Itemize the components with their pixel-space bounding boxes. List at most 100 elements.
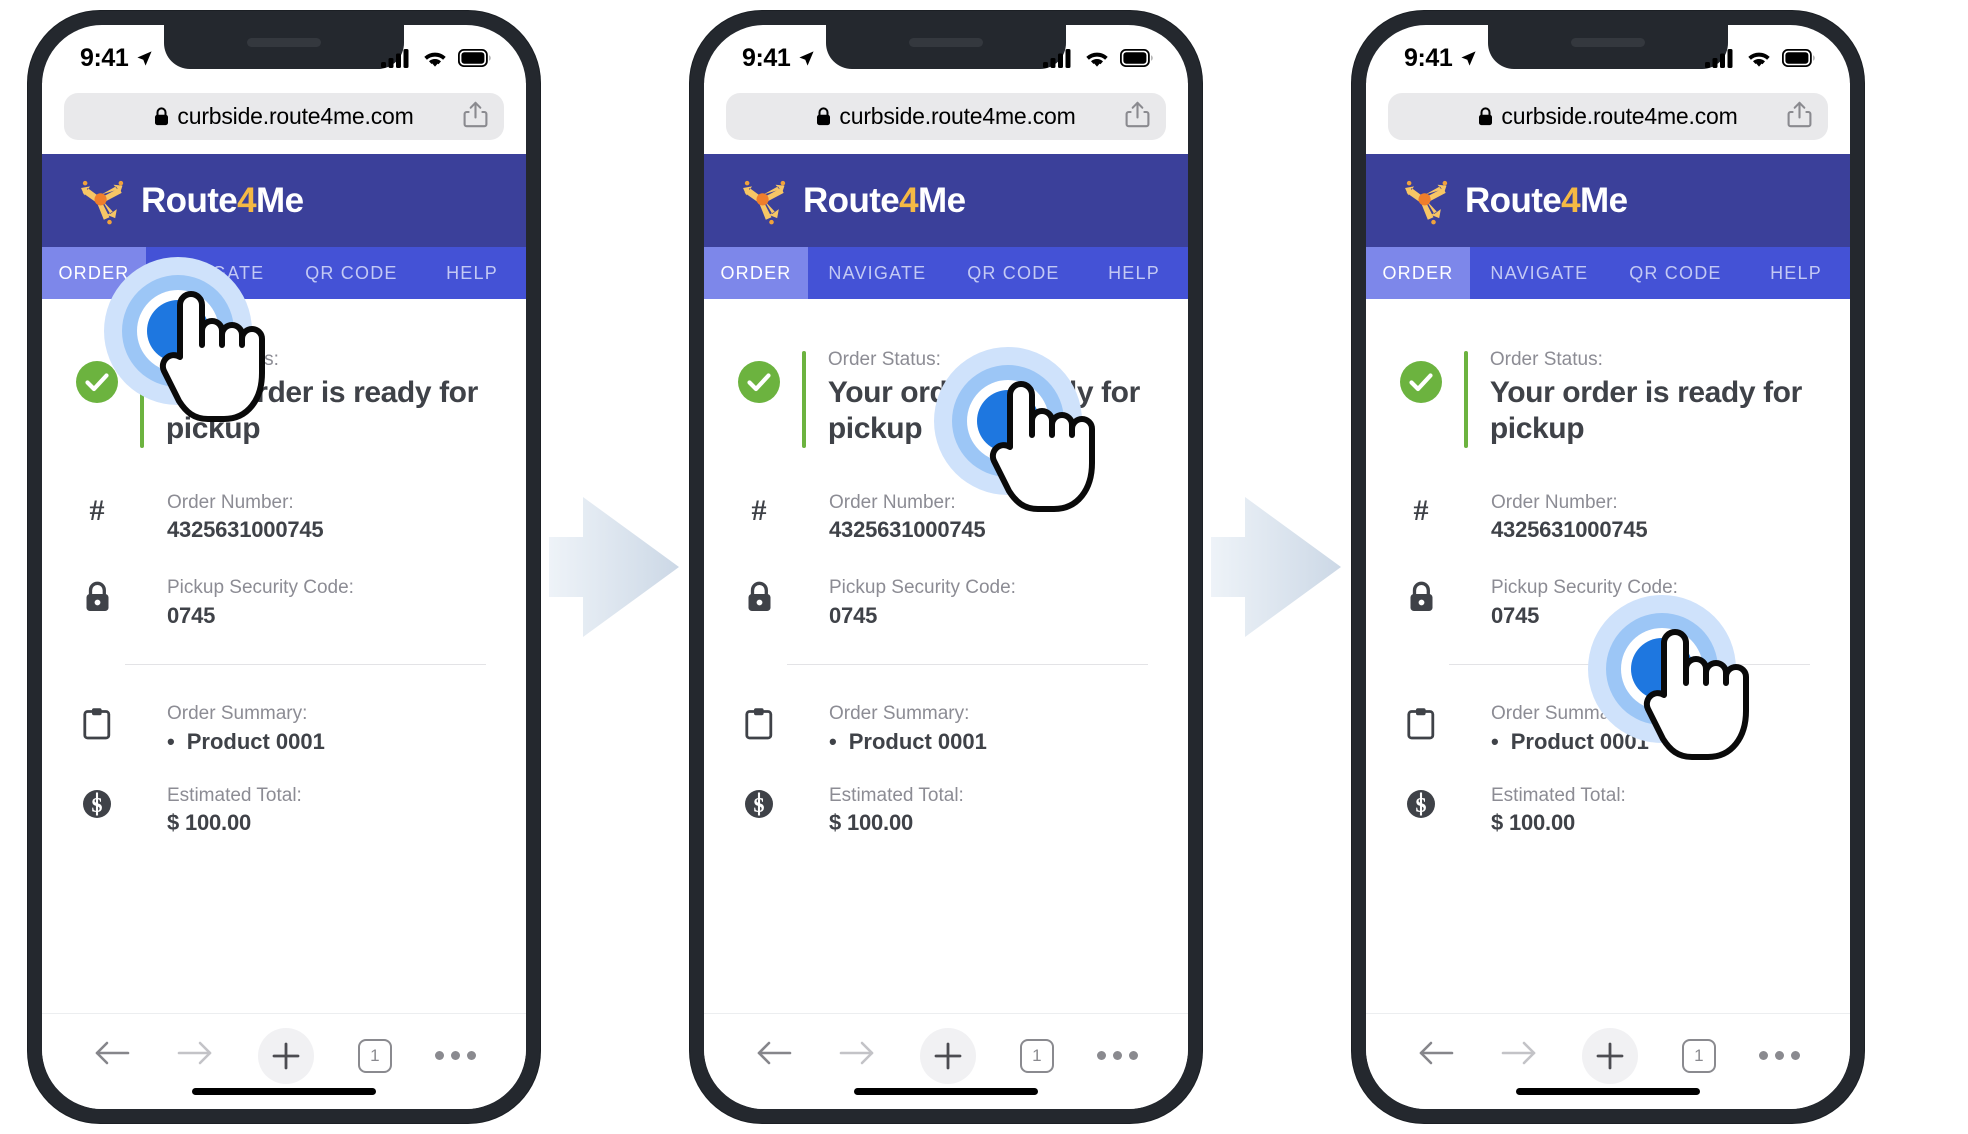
url-hostname: curbside.route4me.com	[177, 103, 414, 129]
url-hostname: curbside.route4me.com	[1501, 103, 1738, 129]
flow-arrow	[540, 493, 690, 641]
url-bar[interactable]: curbside.route4me.com	[1388, 93, 1828, 140]
hash-icon: #	[1400, 490, 1442, 526]
order-number-row: # Order Number: 4325631000745	[42, 490, 526, 545]
tab-order[interactable]: ORDER	[1366, 247, 1470, 299]
order-number-label: Order Number:	[1491, 491, 1618, 513]
pickup-security-code-value: 0745	[829, 602, 878, 628]
url-hostname: curbside.route4me.com	[839, 103, 1076, 129]
order-summary-item: • Product 0001	[167, 728, 486, 757]
order-content: Order Status: Your order is ready for pi…	[42, 299, 526, 1013]
order-number-label: Order Number:	[829, 491, 956, 513]
pickup-security-code-row: Pickup Security Code: 0745	[704, 575, 1188, 630]
order-number-row: # Order Number: 4325631000745	[704, 490, 1188, 545]
share-icon[interactable]	[463, 100, 488, 133]
url-bar[interactable]: curbside.route4me.com	[64, 93, 504, 140]
order-number-value: 4325631000745	[1491, 517, 1648, 543]
phone-mockup-1: 9:41 curbside.route4me.com Route4Me ORDE…	[28, 11, 540, 1123]
battery-icon	[458, 49, 491, 67]
back-arrow-icon[interactable]	[1416, 1037, 1456, 1074]
estimated-total-value: $ 100.00	[167, 810, 252, 836]
check-circle-icon	[76, 361, 118, 403]
tab-qr-code[interactable]: QR CODE	[947, 247, 1080, 299]
lock-icon	[817, 107, 831, 126]
order-status-block: Order Status: Your order is ready for pi…	[1366, 299, 1850, 448]
lock-icon	[1479, 107, 1493, 126]
clipboard-icon	[1400, 701, 1442, 740]
route4me-logo[interactable]: Route4Me	[1401, 175, 1628, 227]
app-header: Route4Me	[1366, 154, 1850, 247]
status-bar: 9:41	[42, 25, 526, 83]
svg-text:#: #	[752, 496, 767, 526]
logo-text-four: 4	[899, 180, 919, 220]
tab-navigate[interactable]: NAVIGATE	[146, 247, 285, 299]
share-icon[interactable]	[1125, 100, 1150, 133]
order-number-label: Order Number:	[167, 491, 294, 513]
ellipsis-icon[interactable]	[1097, 1051, 1139, 1060]
order-summary-item-name: Product 0001	[1510, 728, 1649, 754]
plus-icon[interactable]	[920, 1027, 977, 1084]
plus-icon[interactable]	[258, 1027, 315, 1084]
order-summary-label: Order Summary:	[1491, 703, 1632, 725]
tab-navigate[interactable]: NAVIGATE	[1470, 247, 1609, 299]
back-arrow-icon[interactable]	[754, 1037, 794, 1074]
tab-count-button[interactable]: 1	[1019, 1038, 1054, 1073]
hash-icon: #	[738, 490, 780, 526]
status-accent-bar	[802, 351, 806, 448]
tab-count-button[interactable]: 1	[357, 1038, 392, 1073]
estimated-total-label: Estimated Total:	[167, 784, 302, 806]
pickup-security-code-row: Pickup Security Code: 0745	[1366, 575, 1850, 630]
status-accent-bar	[140, 351, 144, 448]
logo-text-four: 4	[237, 180, 257, 220]
cellular-signal-icon	[381, 48, 409, 68]
tab-order[interactable]: ORDER	[704, 247, 808, 299]
tab-help[interactable]: HELP	[418, 247, 526, 299]
forward-arrow-icon[interactable]	[837, 1037, 877, 1074]
tab-help[interactable]: HELP	[1080, 247, 1188, 299]
status-bar: 9:41	[704, 25, 1188, 83]
route4me-logo[interactable]: Route4Me	[77, 175, 304, 227]
home-indicator	[192, 1088, 376, 1095]
tab-qr-code[interactable]: QR CODE	[1609, 247, 1742, 299]
phone-screen: 9:41 curbside.route4me.com Route4Me ORDE…	[704, 25, 1188, 1109]
share-icon[interactable]	[1787, 100, 1812, 133]
home-indicator	[1516, 1088, 1700, 1095]
url-bar[interactable]: curbside.route4me.com	[726, 93, 1166, 140]
tab-count-button[interactable]: 1	[1681, 1038, 1716, 1073]
wifi-icon	[1748, 52, 1770, 67]
order-number-row: # Order Number: 4325631000745	[1366, 490, 1850, 545]
order-summary-item-name: Product 0001	[186, 728, 325, 754]
wifi-icon	[424, 52, 446, 67]
tab-navigate[interactable]: NAVIGATE	[808, 247, 947, 299]
cellular-signal-icon	[1705, 48, 1733, 68]
back-arrow-icon[interactable]	[92, 1037, 132, 1074]
route4me-logo[interactable]: Route4Me	[739, 175, 966, 227]
order-status-block: Order Status: Your order is ready for pi…	[42, 299, 526, 448]
forward-arrow-icon[interactable]	[1499, 1037, 1539, 1074]
forward-arrow-icon[interactable]	[175, 1037, 215, 1074]
ellipsis-icon[interactable]	[435, 1051, 477, 1060]
order-summary-label: Order Summary:	[829, 703, 970, 725]
status-bar: 9:41	[1366, 25, 1850, 83]
route4me-logo-icon	[1405, 180, 1448, 224]
svg-text:#: #	[90, 496, 105, 526]
dollar-circle-icon: S	[738, 783, 780, 819]
route4me-logo-icon	[81, 180, 124, 224]
battery-icon	[1782, 49, 1815, 67]
ellipsis-icon[interactable]	[1759, 1051, 1801, 1060]
order-status-value: Your order is ready for pickup	[1489, 375, 1802, 446]
order-number-value: 4325631000745	[167, 517, 324, 543]
browser-url-bar-container: curbside.route4me.com	[1366, 83, 1850, 154]
tab-order[interactable]: ORDER	[42, 247, 146, 299]
tab-qr-code[interactable]: QR CODE	[285, 247, 418, 299]
browser-url-bar-container: curbside.route4me.com	[42, 83, 526, 154]
tab-help[interactable]: HELP	[1742, 247, 1850, 299]
three-step-flow: 9:41 curbside.route4me.com Route4Me ORDE…	[0, 0, 1968, 1134]
plus-icon[interactable]	[1582, 1027, 1639, 1084]
lock-icon	[155, 107, 169, 126]
svg-text:#: #	[1414, 496, 1429, 526]
estimated-total-label: Estimated Total:	[829, 784, 964, 806]
flow-arrow	[1202, 493, 1352, 641]
bullet-marker: •	[829, 728, 837, 754]
battery-icon	[1120, 49, 1153, 67]
